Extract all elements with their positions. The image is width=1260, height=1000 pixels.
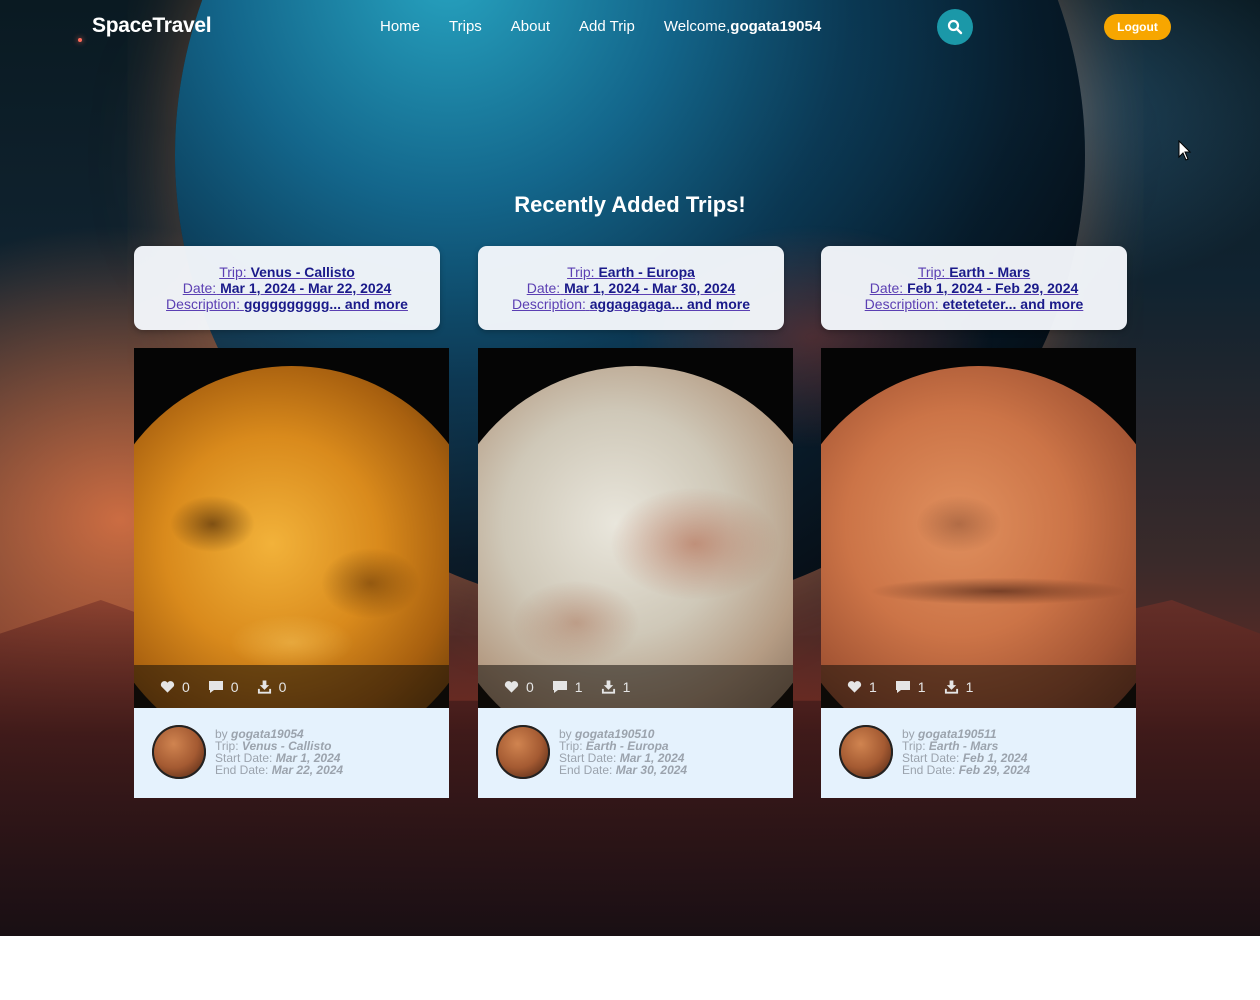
trip-card[interactable]: 0 1 1 by gogata190510 Trip: Earth - Euro…	[478, 348, 793, 798]
welcome-text: Welcome,gogata19054	[664, 18, 821, 35]
trip-stats-bar: 1 1 1	[821, 665, 1136, 708]
search-button[interactable]	[937, 9, 973, 45]
trip-meta: by gogata190511 Trip: Earth - Mars Start…	[821, 708, 1136, 798]
trip-summary-card[interactable]: Trip: Venus - Callisto Date: Mar 1, 2024…	[134, 246, 440, 330]
planet-image	[478, 366, 793, 708]
downloads-count: 1	[965, 678, 974, 695]
heart-icon	[160, 680, 175, 693]
trip-date-link[interactable]: Date: Mar 1, 2024 - Mar 30, 2024	[478, 280, 784, 296]
avatar[interactable]	[839, 725, 893, 779]
nav-links: Home Trips About Add Trip Welcome,gogata…	[380, 18, 821, 35]
likes-count: 0	[526, 678, 534, 695]
end-date-line: End Date: Feb 29, 2024	[902, 763, 1031, 777]
likes-stat[interactable]: 0	[504, 679, 534, 695]
search-icon	[947, 19, 963, 35]
avatar[interactable]	[152, 725, 206, 779]
mouse-cursor-icon	[1178, 140, 1192, 161]
comments-stat[interactable]: 1	[552, 679, 583, 695]
trip-summary-card[interactable]: Trip: Earth - Mars Date: Feb 1, 2024 - F…	[821, 246, 1127, 330]
likes-stat[interactable]: 1	[847, 679, 877, 695]
nav-about-link[interactable]: About	[511, 18, 550, 35]
page-heading: Recently Added Trips!	[514, 192, 746, 217]
trip-route-link[interactable]: Trip: Earth - Europa	[478, 264, 784, 280]
trip-photo-mars[interactable]: 1 1 1	[821, 348, 1136, 708]
trip-photo-europa[interactable]: 0 1 1	[478, 348, 793, 708]
trip-card[interactable]: 1 1 1 by gogata190511 Trip: Earth - Mars…	[821, 348, 1136, 798]
comment-icon	[552, 680, 567, 693]
nav-add-trip-link[interactable]: Add Trip	[579, 18, 635, 35]
download-icon	[601, 679, 615, 694]
trip-summary-card[interactable]: Trip: Earth - Europa Date: Mar 1, 2024 -…	[478, 246, 784, 330]
downloads-stat[interactable]: 1	[944, 678, 974, 695]
trip-route-link[interactable]: Trip: Earth - Mars	[821, 264, 1127, 280]
trip-description-link[interactable]: Description: aggagagaga... and more	[478, 296, 784, 312]
trip-date-link[interactable]: Date: Mar 1, 2024 - Mar 22, 2024	[134, 280, 440, 296]
comments-count: 1	[574, 678, 583, 695]
logout-button[interactable]: Logout	[1104, 14, 1171, 40]
end-date-line: End Date: Mar 22, 2024	[215, 763, 344, 777]
comments-stat[interactable]: 1	[895, 679, 926, 695]
comment-icon	[895, 680, 910, 693]
downloads-count: 1	[622, 678, 631, 695]
likes-count: 0	[182, 678, 190, 695]
download-icon	[944, 679, 958, 694]
download-icon	[257, 679, 271, 694]
welcome-prefix: Welcome,	[663, 18, 731, 35]
downloads-stat[interactable]: 0	[257, 678, 287, 695]
navbar: SpaceTravel Home Trips About Add Trip We…	[0, 0, 1260, 54]
trip-stats-bar: 0 1 1	[478, 665, 793, 708]
downloads-stat[interactable]: 1	[601, 678, 631, 695]
planet-image	[821, 366, 1136, 708]
comment-icon	[208, 680, 223, 693]
heart-icon	[504, 680, 519, 693]
comments-count: 0	[230, 678, 239, 695]
trip-description-link[interactable]: Description: etetetеter... and more	[821, 296, 1127, 312]
heart-icon	[847, 680, 862, 693]
trip-meta: by gogata190510 Trip: Earth - Europa Sta…	[478, 708, 793, 798]
trip-stats-bar: 0 0 0	[134, 665, 449, 708]
trip-route-link[interactable]: Trip: Venus - Callisto	[134, 264, 440, 280]
trip-description-link[interactable]: Description: gggggggggg... and more	[134, 296, 440, 312]
nav-home-link[interactable]: Home	[380, 18, 420, 35]
downloads-count: 0	[278, 678, 287, 695]
trip-meta: by gogata19054 Trip: Venus - Callisto St…	[134, 708, 449, 798]
nav-trips-link[interactable]: Trips	[449, 18, 482, 35]
avatar[interactable]	[496, 725, 550, 779]
trip-date-link[interactable]: Date: Feb 1, 2024 - Feb 29, 2024	[821, 280, 1127, 296]
brand-logo[interactable]: SpaceTravel	[92, 14, 212, 38]
planet-image	[134, 366, 449, 708]
comments-stat[interactable]: 0	[208, 679, 239, 695]
trip-photo-venus[interactable]: 0 0 0	[134, 348, 449, 708]
end-date-line: End Date: Mar 30, 2024	[559, 763, 688, 777]
likes-count: 1	[869, 678, 877, 695]
page-background: SpaceTravel Home Trips About Add Trip We…	[0, 0, 1260, 936]
welcome-username: gogata19054	[730, 18, 822, 35]
trip-card[interactable]: 0 0 0 by gogata19054 Trip: Venus - Calli…	[134, 348, 449, 798]
likes-stat[interactable]: 0	[160, 679, 190, 695]
comments-count: 1	[917, 678, 926, 695]
